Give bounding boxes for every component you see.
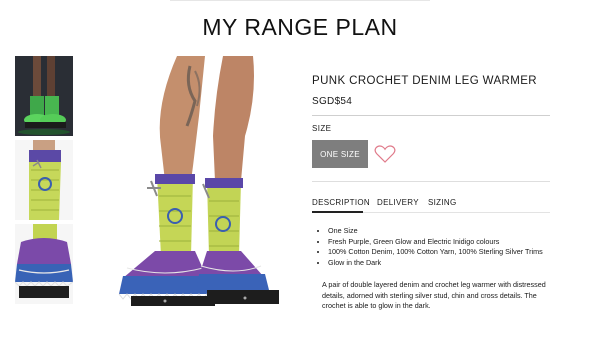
thumbnail-lower-ruffle-image xyxy=(15,224,73,304)
description-paragraph: A pair of double layered denim and croch… xyxy=(322,280,546,310)
tab-sizing[interactable]: SIZING xyxy=(428,198,456,207)
size-option-button[interactable]: ONE SIZE xyxy=(312,140,368,168)
divider xyxy=(312,181,550,182)
product-price: SGD$54 xyxy=(312,96,353,107)
tab-description[interactable]: DESCRIPTION xyxy=(312,198,370,207)
list-item: One Size xyxy=(328,226,568,237)
thumbnail-upper-crochet[interactable] xyxy=(15,140,73,220)
page-title: MY RANGE PLAN xyxy=(202,14,398,40)
thumbnail-upper-crochet-image xyxy=(15,140,73,220)
top-divider xyxy=(170,0,430,1)
size-label: SIZE xyxy=(312,124,332,133)
feature-list: One Size Fresh Purple, Green Glow and El… xyxy=(318,226,568,268)
product-name: PUNK CROCHET DENIM LEG WARMER xyxy=(312,75,538,87)
divider xyxy=(312,115,550,116)
leg-warmers-on-model-image xyxy=(95,56,295,306)
list-item: Fresh Purple, Green Glow and Electric In… xyxy=(328,237,568,248)
thumbnail-glow[interactable] xyxy=(15,56,73,136)
list-item: 100% Cotton Denim, 100% Cotton Yarn, 100… xyxy=(328,247,568,258)
thumbnail-glow-image xyxy=(15,56,73,136)
tab-delivery[interactable]: DELIVERY xyxy=(377,198,419,207)
list-item: Glow in the Dark xyxy=(328,258,568,269)
active-tab-indicator xyxy=(312,211,363,213)
heart-icon[interactable] xyxy=(374,144,396,164)
main-product-image[interactable] xyxy=(95,56,295,306)
thumbnail-lower-ruffle[interactable] xyxy=(15,224,73,304)
